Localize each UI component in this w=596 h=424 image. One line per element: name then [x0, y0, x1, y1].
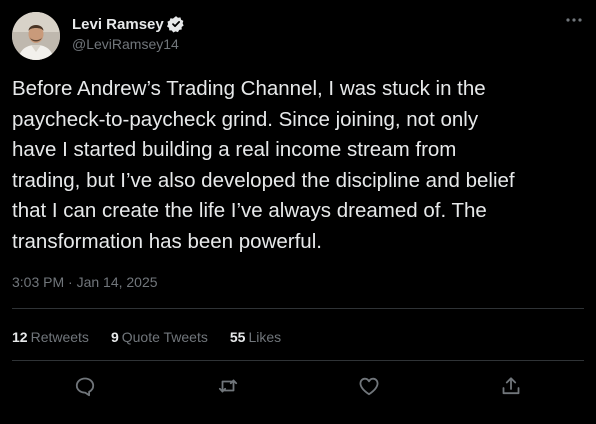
author-handle[interactable]: @LeviRamsey14: [72, 36, 179, 52]
reply-icon[interactable]: [73, 374, 97, 398]
retweets-stat[interactable]: 12 Retweets: [12, 328, 89, 346]
retweets-label: Retweets: [30, 329, 89, 345]
divider: [12, 308, 584, 309]
quote-tweets-stat[interactable]: 9 Quote Tweets: [111, 328, 208, 346]
more-options-icon[interactable]: [564, 14, 584, 30]
retweets-count: 12: [12, 329, 28, 345]
author-name-row: Levi Ramsey: [72, 14, 185, 34]
likes-stat[interactable]: 55 Likes: [230, 328, 281, 346]
tweet-text: Before Andrew’s Trading Channel, I was s…: [12, 77, 515, 253]
retweet-icon[interactable]: [216, 374, 240, 398]
quote-tweets-count: 9: [110, 329, 119, 345]
likes-count: 55: [229, 329, 246, 345]
heart-icon[interactable]: [357, 374, 381, 398]
share-icon[interactable]: [499, 374, 523, 398]
avatar[interactable]: [12, 12, 60, 60]
divider: [12, 360, 584, 361]
tweet-stats: 12 Retweets 9 Quote Tweets 55 Likes: [12, 328, 303, 346]
tweet: Levi Ramsey @LeviRamsey14 Before Andrew’…: [0, 0, 596, 424]
tweet-timestamp[interactable]: 3:03 PM · Jan 14, 2025: [12, 274, 158, 290]
author-display-name[interactable]: Levi Ramsey: [72, 16, 164, 33]
verified-badge-icon: [166, 15, 185, 33]
likes-label: Likes: [248, 329, 282, 345]
quote-tweets-label: Quote Tweets: [121, 329, 208, 345]
